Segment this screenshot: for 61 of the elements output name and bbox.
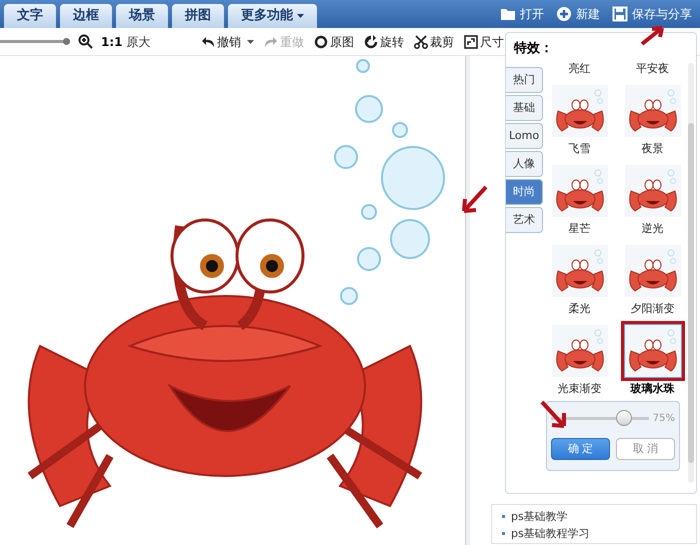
toolbar-button[interactable]: 撤销 (201, 32, 241, 50)
more-menu-tab[interactable]: 更多功能 (228, 4, 317, 28)
annotation-arrow-icon (640, 24, 666, 46)
toolbar-button[interactable]: 尺寸 (464, 32, 504, 50)
caret-icon (297, 14, 304, 18)
folder-icon (500, 6, 516, 22)
category-tab[interactable]: 艺术 (506, 207, 543, 233)
bullet-icon (502, 515, 505, 518)
undo-icon (201, 34, 215, 48)
effect-option[interactable]: 亮红 (547, 59, 612, 79)
toolbar-button[interactable]: 原图 (314, 32, 354, 50)
category-tab[interactable]: 基础 (506, 95, 543, 121)
crab-thumbnail-icon (552, 165, 608, 217)
crab-thumbnail-icon (624, 165, 680, 217)
crab-thumbnail-icon (624, 245, 680, 297)
crab-thumbnail-icon (552, 245, 608, 297)
tab[interactable]: 场景 (116, 4, 168, 28)
strength-value: 75% (652, 412, 675, 426)
strength-slider[interactable] (551, 410, 649, 426)
effect-option[interactable]: 飞雪 (547, 79, 612, 159)
circle-icon (314, 34, 328, 48)
effect-option[interactable]: 柔光 (547, 239, 612, 319)
link[interactable]: ps基础教程学习 (511, 528, 590, 539)
tab[interactable]: 文字 (4, 4, 56, 28)
plus-icon (556, 6, 572, 22)
category-tab[interactable]: 热门 (506, 67, 543, 93)
crab-thumbnail-icon (624, 325, 680, 377)
zoom-slider[interactable] (0, 38, 70, 45)
toolbar-button[interactable]: 新建 (556, 5, 600, 23)
toolbar-button[interactable]: 保存与分享 (612, 5, 692, 23)
resize-icon (464, 34, 478, 48)
scrollbar[interactable] (688, 63, 694, 483)
panel-title: 特效： (512, 40, 554, 58)
scissors-icon (414, 34, 428, 48)
effect-option[interactable]: 平安夜 (620, 59, 685, 79)
link[interactable]: ps基础教学 (511, 511, 568, 522)
effect-option[interactable]: 星芒 (547, 159, 612, 239)
redo-icon (264, 34, 278, 48)
tab[interactable]: 拼图 (172, 4, 224, 28)
bullet-icon (502, 532, 505, 535)
toolbar-button[interactable]: 裁剪 (414, 32, 454, 50)
category-tab[interactable]: 时尚 (506, 179, 543, 205)
actual-size-label[interactable]: 原大 (126, 32, 150, 50)
annotation-arrow-icon (460, 185, 488, 215)
toolbar-button[interactable]: 旋转 (364, 32, 404, 50)
crab-thumbnail-icon (624, 85, 680, 137)
effect-option[interactable]: 逆光 (620, 159, 685, 239)
crab-thumbnail-icon (552, 85, 608, 137)
effect-option[interactable]: 夜景 (620, 79, 685, 159)
caret-icon[interactable] (247, 40, 254, 44)
effect-option[interactable]: 光束渐变 (547, 319, 612, 399)
effect-option[interactable]: 夕阳渐变 (620, 239, 685, 319)
tab[interactable]: 边框 (60, 4, 112, 28)
cancel-button[interactable]: 取 消 (616, 438, 675, 460)
rotate-icon (364, 34, 378, 48)
zoom-in-icon[interactable] (78, 34, 93, 49)
category-tab[interactable]: Lomo (506, 123, 543, 149)
category-tab[interactable]: 人像 (506, 151, 543, 177)
crab-thumbnail-icon (552, 325, 608, 377)
toolbar-button[interactable]: 打开 (500, 5, 544, 23)
zoom-ratio[interactable]: 1:1 (101, 32, 122, 50)
